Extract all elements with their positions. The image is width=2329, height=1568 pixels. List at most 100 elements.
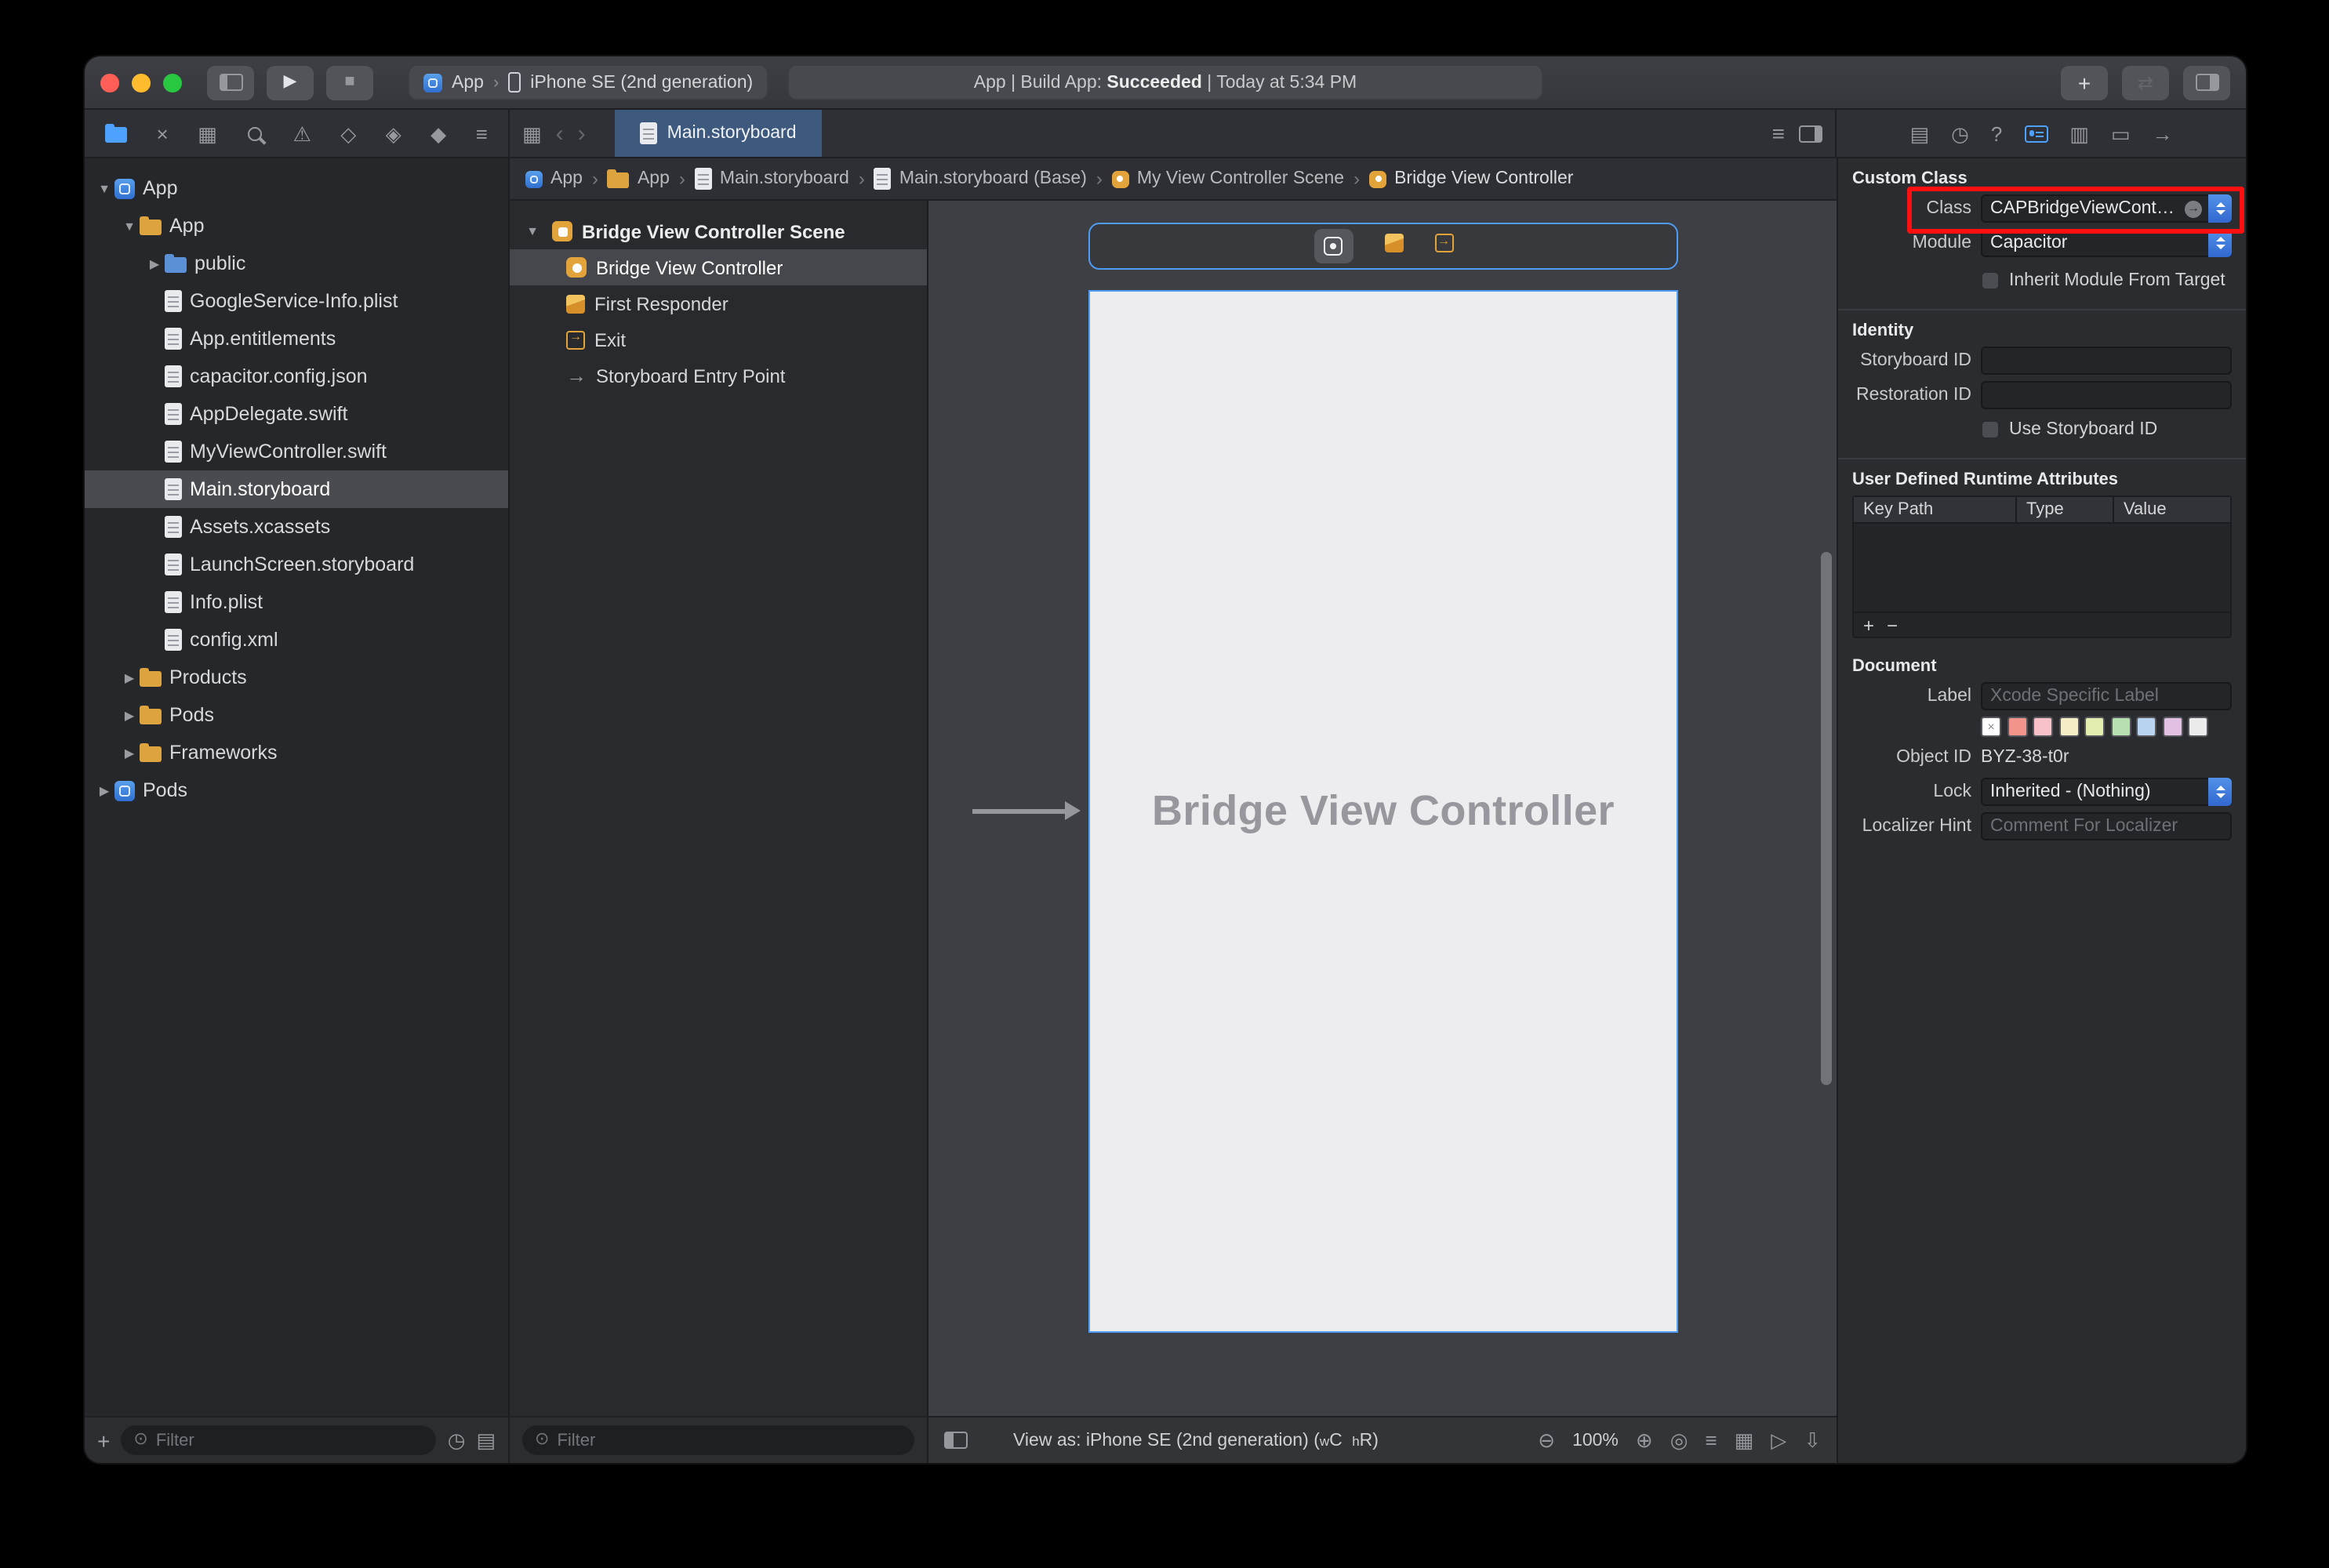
source-control-status-icon[interactable]: ▤ bbox=[476, 1430, 496, 1450]
file-row-appdelegate-swift[interactable]: AppDelegate.swift bbox=[85, 395, 508, 433]
view-as-label[interactable]: View as: iPhone SE (2nd generation) (wC … bbox=[1013, 1431, 1379, 1450]
toggle-inspector-button[interactable] bbox=[2183, 65, 2230, 100]
file-row-googleservice-info-plist[interactable]: GoogleService-Info.plist bbox=[85, 282, 508, 320]
view-controller-header-bar[interactable] bbox=[1088, 223, 1678, 270]
code-review-button[interactable]: ⇄ bbox=[2122, 65, 2169, 100]
toggle-outline-icon[interactable] bbox=[944, 1432, 968, 1449]
color-swatch[interactable] bbox=[2136, 717, 2156, 737]
add-editor-icon[interactable] bbox=[1799, 125, 1822, 142]
inspector-tab-attributes[interactable]: ▥ bbox=[2069, 123, 2089, 143]
file-row-capacitor-config-json[interactable]: capacitor.config.json bbox=[85, 358, 508, 395]
disclosure-icon[interactable]: ▶ bbox=[94, 783, 114, 797]
jump-to-class-icon[interactable]: → bbox=[2185, 200, 2202, 217]
document-label-field[interactable]: Xcode Specific Label bbox=[1981, 682, 2232, 710]
align-button[interactable]: ≡ bbox=[1705, 1429, 1717, 1451]
navigator-tab-reports[interactable]: ≡ bbox=[476, 123, 488, 143]
file-row-myviewcontroller-swift[interactable]: MyViewController.swift bbox=[85, 433, 508, 470]
navigator-tab-tests[interactable]: ◇ bbox=[340, 123, 356, 143]
navigator-filter-input[interactable]: ⊙ Filter bbox=[121, 1425, 436, 1455]
restoration-id-field[interactable] bbox=[1981, 381, 2232, 409]
module-dropdown-icon[interactable] bbox=[2208, 229, 2232, 257]
no-color-swatch[interactable]: × bbox=[1981, 717, 2001, 737]
file-row-assets-xcassets[interactable]: Assets.xcassets bbox=[85, 508, 508, 546]
stop-button[interactable]: ■ bbox=[326, 65, 373, 100]
file-row-pods[interactable]: ▶Pods bbox=[85, 771, 508, 809]
color-swatch[interactable] bbox=[2058, 717, 2079, 737]
add-file-button[interactable]: + bbox=[97, 1428, 110, 1453]
toggle-navigator-button[interactable] bbox=[207, 65, 254, 100]
forward-icon[interactable]: › bbox=[578, 122, 586, 145]
outline-item-bridge-view-controller[interactable]: Bridge View Controller bbox=[510, 249, 927, 285]
navigator-tab-project[interactable] bbox=[105, 124, 127, 143]
color-swatch[interactable] bbox=[2084, 717, 2105, 737]
zoom-window-button[interactable] bbox=[163, 73, 182, 92]
back-icon[interactable]: ‹ bbox=[556, 122, 564, 145]
file-row-app-entitlements[interactable]: App.entitlements bbox=[85, 320, 508, 358]
inspector-tab-identity[interactable] bbox=[2024, 125, 2047, 142]
navigator-tab-search[interactable] bbox=[246, 125, 263, 142]
focus-button[interactable]: ◎ bbox=[1670, 1429, 1688, 1451]
file-row-app[interactable]: ▼App bbox=[85, 207, 508, 245]
class-field[interactable]: CAPBridgeViewControl… → bbox=[1981, 194, 2232, 223]
close-window-button[interactable] bbox=[100, 73, 119, 92]
navigator-tab-symbols[interactable]: ▦ bbox=[198, 123, 217, 143]
file-row-app[interactable]: ▼App bbox=[85, 169, 508, 207]
file-row-launchscreen-storyboard[interactable]: LaunchScreen.storyboard bbox=[85, 546, 508, 583]
disclosure-icon[interactable]: ▶ bbox=[119, 746, 140, 760]
file-row-config-xml[interactable]: config.xml bbox=[85, 621, 508, 659]
color-swatch[interactable] bbox=[2007, 717, 2027, 737]
outline-item-exit[interactable]: Exit bbox=[510, 321, 927, 358]
color-swatch[interactable] bbox=[2162, 717, 2182, 737]
color-swatch[interactable] bbox=[2188, 717, 2208, 737]
navigator-tab-source-control[interactable]: × bbox=[156, 123, 168, 143]
file-row-products[interactable]: ▶Products bbox=[85, 659, 508, 696]
outline-item-storyboard-entry-point[interactable]: →Storyboard Entry Point bbox=[510, 358, 927, 394]
breadcrumb-item[interactable]: Main.storyboard (Base) bbox=[874, 169, 1087, 190]
inspector-tab-history[interactable]: ◷ bbox=[1951, 123, 1969, 143]
zoom-out-icon[interactable]: ⊖ bbox=[1538, 1430, 1555, 1450]
navigator-tab-breakpoints[interactable]: ◆ bbox=[431, 123, 446, 143]
file-row-info-plist[interactable]: Info.plist bbox=[85, 583, 508, 621]
outline-scene-row[interactable]: ▼Bridge View Controller Scene bbox=[510, 213, 927, 249]
zoom-in-icon[interactable]: ⊕ bbox=[1636, 1430, 1653, 1450]
zoom-level[interactable]: 100% bbox=[1572, 1431, 1619, 1450]
navigator-tab-debug[interactable]: ◈ bbox=[386, 123, 401, 143]
inspector-tab-connections[interactable]: → bbox=[2152, 123, 2172, 143]
disclosure-icon[interactable]: ▼ bbox=[119, 219, 140, 233]
update-frames-button[interactable]: ⇩ bbox=[1804, 1429, 1821, 1451]
color-swatch[interactable] bbox=[2033, 717, 2053, 737]
selected-view-controller-chip[interactable] bbox=[1313, 229, 1353, 263]
library-add-button[interactable]: + bbox=[2061, 65, 2108, 100]
breadcrumb-item[interactable]: Main.storyboard bbox=[695, 169, 849, 190]
disclosure-icon[interactable]: ▶ bbox=[119, 708, 140, 722]
color-swatch[interactable] bbox=[2110, 717, 2131, 737]
file-row-main-storyboard[interactable]: Main.storyboard bbox=[85, 470, 508, 508]
minimize-window-button[interactable] bbox=[132, 73, 151, 92]
inherit-module-checkbox[interactable] bbox=[1981, 271, 2000, 290]
remove-attribute-button[interactable]: − bbox=[1887, 614, 1898, 636]
breadcrumb-item[interactable]: App bbox=[525, 169, 583, 188]
breadcrumb-item[interactable]: App bbox=[608, 169, 670, 188]
class-dropdown-icon[interactable] bbox=[2208, 194, 2232, 223]
file-row-frameworks[interactable]: ▶Frameworks bbox=[85, 734, 508, 771]
add-attribute-button[interactable]: + bbox=[1863, 614, 1874, 636]
disclosure-icon[interactable]: ▶ bbox=[119, 670, 140, 684]
editor-list-icon[interactable]: ≡ bbox=[1772, 122, 1785, 144]
file-row-public[interactable]: ▶public bbox=[85, 245, 508, 282]
file-row-pods[interactable]: ▶Pods bbox=[85, 696, 508, 734]
view-controller-view[interactable]: Bridge View Controller bbox=[1088, 290, 1678, 1333]
first-responder-button[interactable] bbox=[1384, 232, 1403, 260]
recent-files-icon[interactable]: ◷ bbox=[448, 1430, 466, 1450]
breadcrumb-item[interactable]: My View Controller Scene bbox=[1112, 169, 1344, 188]
localizer-hint-field[interactable]: Comment For Localizer bbox=[1981, 812, 2232, 840]
navigator-tab-issues[interactable]: ⚠ bbox=[293, 123, 311, 143]
canvas-scrollbar[interactable] bbox=[1821, 552, 1832, 1085]
outline-filter-input[interactable]: ⊙ Filter bbox=[522, 1425, 914, 1455]
run-button[interactable]: ▶ bbox=[267, 65, 314, 100]
exit-button[interactable] bbox=[1434, 232, 1453, 260]
lock-dropdown[interactable]: Inherited - (Nothing) bbox=[1981, 778, 2232, 806]
use-storyboard-id-checkbox[interactable] bbox=[1981, 420, 2000, 439]
disclosure-icon[interactable]: ▼ bbox=[522, 224, 543, 238]
resolve-button[interactable]: ▷ bbox=[1771, 1429, 1786, 1451]
disclosure-icon[interactable]: ▶ bbox=[144, 256, 165, 270]
